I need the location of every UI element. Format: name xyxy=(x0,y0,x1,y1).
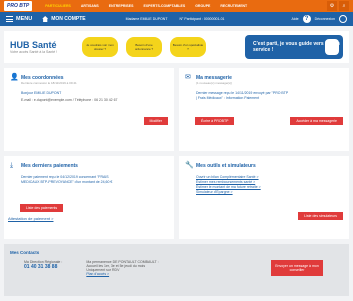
bubble-ordonnance[interactable]: Besoin d'une ordonnance ? xyxy=(126,37,162,57)
header-bar: MENU MON COMPTE Madame EMILIE DUPONT N° … xyxy=(0,12,353,26)
permanence-contact: Ma permanence DE PONTAULT COMBAULT : Acc… xyxy=(86,260,158,276)
dashboard-grid: 👤 Mes coordonnées Dernière connexion le … xyxy=(4,68,349,239)
card-head: 👤 Mes coordonnées xyxy=(10,74,168,81)
nav-recrutement[interactable]: RECRUTEMENT xyxy=(215,0,252,12)
card-head: ✉ Ma messagerie xyxy=(185,74,343,81)
last-payment: Dernier paiement reçu le 04/12/2019 conc… xyxy=(21,175,109,179)
advisor-avatar xyxy=(325,39,339,55)
user-name: Madame EMILIE DUPONT xyxy=(125,17,168,21)
top-nav: PARTICULIERS ARTISANS ENTREPRISES EXPERT… xyxy=(40,0,252,12)
card-head: 🔧 Mes outils et simulateurs xyxy=(185,162,343,169)
simulators-list-button[interactable]: Liste des simulateurs xyxy=(298,212,343,220)
card-outils: 🔧 Mes outils et simulateurs Ouvrir un bi… xyxy=(179,156,349,239)
card-title: Mes coordonnées xyxy=(21,74,64,81)
header-actions: Aide ? Déconnexion xyxy=(292,15,347,23)
access-messaging-button[interactable]: Accéder à ma messagerie xyxy=(290,117,343,125)
write-button[interactable]: Écrire à PROBTP xyxy=(195,117,235,125)
hub-bubbles: Je voudrais voir mon dossier ? Besoin d'… xyxy=(82,37,206,57)
bubble-dossier[interactable]: Je voudrais voir mon dossier ? xyxy=(82,37,118,57)
hamburger-icon xyxy=(6,16,13,22)
guide-banner[interactable]: C'est parti, je vous guide vers le bon s… xyxy=(245,35,343,59)
attestation-link[interactable]: Attestation de paiement > xyxy=(8,216,53,221)
payments-list-button[interactable]: Liste des paiements xyxy=(20,204,64,212)
greeting: Bonjour EMILIE DUPONT xyxy=(21,91,62,95)
power-icon[interactable] xyxy=(339,15,347,23)
home-icon xyxy=(42,16,49,22)
regional-phone[interactable]: 01 40 31 38 88 xyxy=(24,264,62,270)
tool-link-4[interactable]: Simulateur d'Épargne > xyxy=(196,190,233,194)
card-messagerie: ✉ Ma messagerie (1 nouveau(x) message(s)… xyxy=(179,68,349,151)
contacts-section: Mes Contacts Ma Direction Régionale : 01… xyxy=(4,244,349,296)
user-icon: 👤 xyxy=(10,74,19,81)
plan-link[interactable]: Plan d'accès > xyxy=(86,272,158,276)
tool-link-1[interactable]: Ouvrir un bilan Complémentaire Santé > xyxy=(196,175,259,179)
send-message-button[interactable]: Envoyer un message à mon conseiller xyxy=(271,260,323,276)
download-icon: ⤓ xyxy=(10,162,14,169)
search-icon[interactable]: ⌕ xyxy=(339,1,349,11)
card-title: Mes outils et simulateurs xyxy=(196,162,256,169)
menu-button[interactable]: MENU xyxy=(6,16,32,22)
card-title: Ma messagerie xyxy=(196,74,232,81)
settings-icon[interactable]: ⚙ xyxy=(327,1,337,11)
card-title: Mes derniers paiements xyxy=(21,162,78,169)
tool-link[interactable]: Estimer mes remboursements santé > xyxy=(196,180,343,184)
new-messages: (1 nouveau(x) message(s)) xyxy=(196,81,233,85)
top-right: ⚙ ⌕ xyxy=(327,1,349,11)
modify-button[interactable]: Modifier xyxy=(143,117,168,125)
participant-number: N° Participant : 00000001-01 xyxy=(179,17,225,21)
user-info: Madame EMILIE DUPONT N° Participant : 00… xyxy=(126,17,225,21)
last-message-2: | Frais Médicaux" : Information Paiement xyxy=(196,96,260,100)
menu-label: MENU xyxy=(16,16,33,22)
hub-sante-banner: HUB Santé Votre accès Santé à la Santé !… xyxy=(4,31,349,63)
help-icon[interactable]: ? xyxy=(302,15,311,23)
nav-entreprises[interactable]: ENTREPRISES xyxy=(104,0,139,12)
hub-title: HUB Santé xyxy=(10,40,57,50)
probtp-logo[interactable]: PRO BTP xyxy=(4,1,33,11)
nav-groupe[interactable]: GROUPE xyxy=(190,0,215,12)
tool-link[interactable]: Simulateur d'Épargne > xyxy=(196,190,343,194)
hub-title-block: HUB Santé Votre accès Santé à la Santé ! xyxy=(10,40,72,54)
regional-contact: Ma Direction Régionale : 01 40 31 38 88 xyxy=(24,260,62,276)
card-head: ⤓ Mes derniers paiements xyxy=(10,162,168,169)
top-bar: PRO BTP PARTICULIERS ARTISANS ENTREPRISE… xyxy=(0,0,353,12)
help-label[interactable]: Aide xyxy=(292,17,299,21)
card-coordonnees: 👤 Mes coordonnées Dernière connexion le … xyxy=(4,68,174,151)
card-paiements: ⤓ Mes derniers paiements Dernier paiemen… xyxy=(4,156,174,239)
mon-compte-label: MON COMPTE xyxy=(51,16,86,22)
bubble-specialiste[interactable]: Besoin d'un spécialiste ? xyxy=(170,37,206,57)
last-login: Dernière connexion le 18/11/2019 à 09:41 xyxy=(21,81,77,85)
mon-compte-link[interactable]: MON COMPTE xyxy=(42,16,86,22)
hub-subtitle: Votre accès Santé à la Santé ! xyxy=(10,50,58,54)
logo-text: PRO BTP xyxy=(7,3,30,9)
tool-link-3[interactable]: Estimer le montant de ma future retraite… xyxy=(196,185,261,189)
contact-line: E-mail : e.dupont@exemple.com / Téléphon… xyxy=(21,98,118,102)
last-payment-2: MEDICAUX BTP-PREVOYANCE" d'un montant de… xyxy=(21,180,113,184)
last-message: Dernier message reçu le 14/11/2019 envoy… xyxy=(196,91,289,95)
nav-experts[interactable]: EXPERTS-COMPTABLES xyxy=(138,0,190,12)
logout-label[interactable]: Déconnexion xyxy=(315,17,335,21)
tool-link-2[interactable]: Estimer mes remboursements santé > xyxy=(196,180,255,184)
contacts-title: Mes Contacts xyxy=(10,250,40,255)
wrench-icon: 🔧 xyxy=(185,162,194,169)
nav-artisans[interactable]: ARTISANS xyxy=(76,0,104,12)
tool-link[interactable]: Estimer le montant de ma future retraite… xyxy=(196,185,343,189)
nav-particuliers[interactable]: PARTICULIERS xyxy=(40,0,76,12)
envelope-icon: ✉ xyxy=(185,74,191,81)
tool-link[interactable]: Ouvrir un bilan Complémentaire Santé > xyxy=(196,175,343,179)
